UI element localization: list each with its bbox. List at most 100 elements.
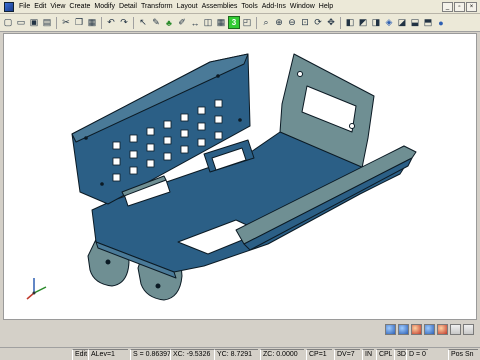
flange-hole: [297, 71, 303, 77]
cutout-square: [129, 166, 138, 175]
wall-hole: [216, 74, 220, 78]
flange-hole: [349, 123, 355, 129]
light-icon[interactable]: [437, 324, 448, 335]
status-cp: CP=1: [306, 349, 332, 360]
wireframe-icon[interactable]: [411, 324, 422, 335]
level-indicator[interactable]: 3: [228, 16, 240, 29]
cutout-square: [112, 157, 121, 166]
snap-icon[interactable]: ◰: [241, 16, 253, 29]
3d-viewport[interactable]: [3, 33, 477, 320]
save-icon[interactable]: ▣: [28, 16, 40, 29]
fit-icon[interactable]: ⊡: [299, 16, 311, 29]
minimize-button[interactable]: _: [442, 1, 453, 12]
menu-file[interactable]: File: [17, 1, 32, 13]
paint-icon[interactable]: ♣: [163, 16, 175, 29]
status-xc: XC: -9.5326: [170, 349, 214, 360]
sheet-metal-bracket-model[interactable]: [4, 34, 477, 320]
zoom-icon[interactable]: ⌕: [260, 16, 272, 29]
transform-icon[interactable]: ↔: [189, 16, 201, 29]
menu-modify[interactable]: Modify: [92, 1, 117, 13]
cutout-square: [180, 129, 189, 138]
cutout-square: [163, 120, 172, 129]
cutout-square: [146, 127, 155, 136]
cutout-square: [112, 141, 121, 150]
cutout-square: [112, 173, 121, 182]
redo-icon[interactable]: ↷: [118, 16, 130, 29]
cad-application-window: File Edit View Create Modify Detail Tran…: [0, 0, 480, 360]
clip-icon[interactable]: [463, 324, 474, 335]
new-file-icon[interactable]: ▢: [2, 16, 14, 29]
cutout-square: [146, 159, 155, 168]
status-bar: Edit ALev=1 S = 0.86397 XC: -9.5326 YC: …: [0, 347, 480, 360]
status-3d: 3D: [394, 349, 406, 360]
view-top-icon[interactable]: ◩: [357, 16, 369, 29]
menu-help[interactable]: Help: [317, 1, 335, 13]
status-zc: ZC: 0.0000: [260, 349, 304, 360]
menu-layout[interactable]: Layout: [175, 1, 200, 13]
zoom-in-icon[interactable]: ⊕: [273, 16, 285, 29]
toolbar-separator: [56, 16, 57, 29]
view-right-icon[interactable]: ◨: [370, 16, 382, 29]
status-position-snap[interactable]: Pos Sn: [448, 349, 478, 360]
copy-icon[interactable]: ❐: [73, 16, 85, 29]
close-button[interactable]: ×: [466, 1, 477, 12]
menu-edit[interactable]: Edit: [32, 1, 48, 13]
grid-icon[interactable]: ▦: [215, 16, 227, 29]
repaint-icon[interactable]: ✎: [150, 16, 162, 29]
menu-tools[interactable]: Tools: [239, 1, 259, 13]
cutout-square: [146, 143, 155, 152]
shaded-icon[interactable]: [385, 324, 396, 335]
menu-view[interactable]: View: [48, 1, 67, 13]
material-icon[interactable]: [450, 324, 461, 335]
rotate-icon[interactable]: ⟳: [312, 16, 324, 29]
pen-icon[interactable]: ✐: [176, 16, 188, 29]
cutout-square: [214, 131, 223, 140]
wall-hole: [238, 118, 242, 122]
toolbar-separator: [133, 16, 134, 29]
menu-assemblies[interactable]: Assemblies: [200, 1, 240, 13]
render-icon[interactable]: [424, 324, 435, 335]
axis-triad-icon: [26, 278, 47, 300]
cut-icon[interactable]: ✂: [60, 16, 72, 29]
toolbar-separator: [101, 16, 102, 29]
open-file-icon[interactable]: ▭: [15, 16, 27, 29]
status-cpl: CPL: [376, 349, 392, 360]
cutout-square: [214, 99, 223, 108]
restore-button[interactable]: ▫: [454, 1, 465, 12]
paste-icon[interactable]: ▦: [86, 16, 98, 29]
cutout-square: [214, 115, 223, 124]
hidden-line-icon[interactable]: [398, 324, 409, 335]
layer-icon[interactable]: ◫: [202, 16, 214, 29]
toolbar-separator: [340, 16, 341, 29]
tab-hole: [105, 259, 111, 265]
app-icon[interactable]: [4, 1, 14, 12]
view-front-icon[interactable]: ◧: [344, 16, 356, 29]
cutout-square: [163, 136, 172, 145]
select-icon[interactable]: ↖: [137, 16, 149, 29]
menu-window[interactable]: Window: [288, 1, 317, 13]
cutout-square: [129, 150, 138, 159]
status-dv: DV=7: [334, 349, 360, 360]
view-left-icon[interactable]: ⬒: [422, 16, 434, 29]
pan-icon[interactable]: ✥: [325, 16, 337, 29]
undo-icon[interactable]: ↶: [105, 16, 117, 29]
cutout-square: [180, 113, 189, 122]
view-back-icon[interactable]: ◪: [396, 16, 408, 29]
wall-hole: [100, 182, 104, 186]
main-toolbar: ▢ ▭ ▣ ▤ ✂ ❐ ▦ ↶ ↷ ↖ ✎ ♣ ✐ ↔ ◫ ▦ 3 ◰ ⌕ ⊕ …: [0, 14, 480, 32]
view-bottom-icon[interactable]: ⬓: [409, 16, 421, 29]
cutout-square: [197, 122, 206, 131]
menu-transform[interactable]: Transform: [139, 1, 175, 13]
menu-bar: File Edit View Create Modify Detail Tran…: [0, 0, 480, 14]
status-depth: D = 0: [406, 349, 428, 360]
menu-detail[interactable]: Detail: [117, 1, 139, 13]
print-icon[interactable]: ▤: [41, 16, 53, 29]
shade-icon[interactable]: ●: [435, 16, 447, 29]
cutout-square: [197, 138, 206, 147]
tab-hole: [155, 283, 161, 289]
menu-add-ins[interactable]: Add-Ins: [260, 1, 288, 13]
zoom-out-icon[interactable]: ⊖: [286, 16, 298, 29]
menu-create[interactable]: Create: [67, 1, 92, 13]
view-iso-icon[interactable]: ◈: [383, 16, 395, 29]
wall-hole: [84, 136, 88, 140]
